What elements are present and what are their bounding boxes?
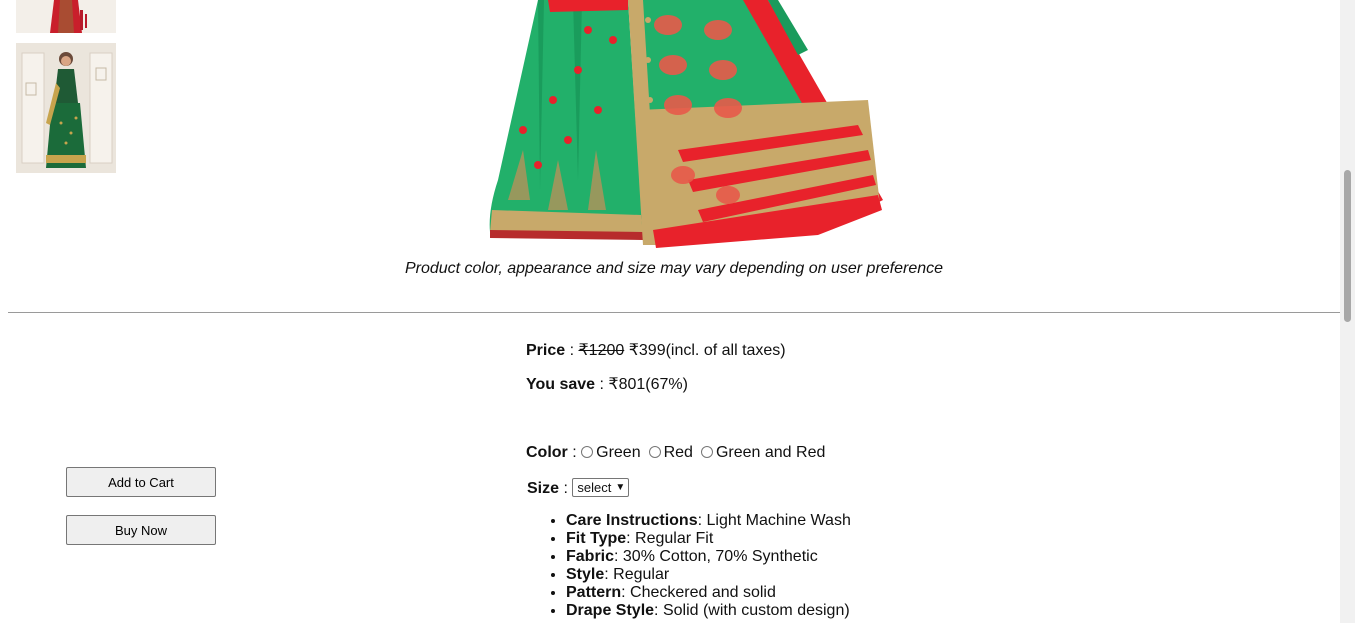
spec-key: Drape Style	[566, 602, 655, 619]
color-option-label: Green and Red	[715, 444, 826, 461]
spec-value: : Checkered and solid	[621, 584, 776, 601]
spec-value: : Regular Fit	[626, 530, 714, 547]
spec-key: Fit Type	[566, 530, 627, 547]
saree-thumbnail-red-icon	[16, 0, 116, 33]
size-select-value: select	[577, 480, 612, 495]
spec-key: Style	[566, 566, 605, 583]
color-row: Color : Green Red Green and Red	[526, 444, 833, 462]
scrollbar-thumb[interactable]	[1344, 170, 1351, 322]
current-price: ₹399	[628, 342, 666, 359]
tax-note: (incl. of all taxes)	[665, 342, 786, 359]
savings-sep: :	[595, 376, 609, 393]
spec-value: : Solid (with custom design)	[654, 602, 850, 619]
product-page: Product color, appearance and size may v…	[8, 0, 1340, 623]
product-disclaimer: Product color, appearance and size may v…	[404, 260, 944, 277]
spec-item: Style: Regular	[566, 566, 851, 584]
color-option-label: Green	[596, 444, 641, 461]
size-label: Size	[527, 480, 560, 497]
radio-red[interactable]	[648, 446, 661, 458]
radio-green[interactable]	[581, 446, 594, 458]
spec-value: : Light Machine Wash	[697, 512, 851, 529]
size-sep: :	[559, 480, 573, 497]
savings-label: You save	[526, 376, 596, 393]
color-sep: :	[567, 444, 582, 461]
size-select[interactable]: select ▼	[572, 478, 630, 497]
color-label: Color	[526, 444, 568, 461]
color-option-green-and-red[interactable]: Green and Red	[700, 444, 826, 461]
spec-value: : Regular	[604, 566, 670, 583]
product-specs: Care Instructions: Light Machine Wash Fi…	[526, 512, 851, 620]
radio-green-and-red[interactable]	[700, 446, 713, 458]
spec-key: Care Instructions	[566, 512, 698, 529]
spec-item: Pattern: Checkered and solid	[566, 584, 851, 602]
savings-percent: (67%)	[645, 376, 688, 393]
product-main-image	[478, 0, 898, 250]
spec-value: : 30% Cotton, 70% Synthetic	[614, 548, 818, 565]
original-price: ₹1200	[578, 342, 625, 359]
section-divider	[8, 312, 1340, 313]
color-option-red[interactable]: Red	[648, 444, 693, 461]
thumbnail-1[interactable]	[16, 0, 116, 33]
thumbnail-2[interactable]	[16, 43, 116, 173]
spec-item: Fit Type: Regular Fit	[566, 530, 851, 548]
spec-item: Drape Style: Solid (with custom design)	[566, 602, 851, 620]
color-option-green[interactable]: Green	[581, 444, 641, 461]
spec-item: Care Instructions: Light Machine Wash	[566, 512, 851, 530]
chevron-down-icon: ▼	[615, 482, 626, 493]
savings-amount: ₹801	[608, 376, 646, 393]
color-option-label: Red	[663, 444, 693, 461]
size-row: Size : select ▼	[527, 478, 630, 498]
price-label: Price	[526, 342, 566, 359]
saree-main-image-icon	[489, 0, 883, 248]
spec-key: Fabric	[566, 548, 615, 565]
spec-key: Pattern	[566, 584, 622, 601]
saree-thumbnail-green-icon	[16, 43, 116, 173]
add-to-cart-button[interactable]: Add to Cart	[66, 467, 216, 497]
spec-item: Fabric: 30% Cotton, 70% Synthetic	[566, 548, 851, 566]
price-sep: :	[565, 342, 579, 359]
price-row: Price : ₹1200 ₹399(incl. of all taxes)	[526, 340, 786, 360]
savings-row: You save : ₹801(67%)	[526, 374, 688, 394]
buy-now-button[interactable]: Buy Now	[66, 515, 216, 545]
vertical-scrollbar[interactable]	[1340, 0, 1355, 623]
